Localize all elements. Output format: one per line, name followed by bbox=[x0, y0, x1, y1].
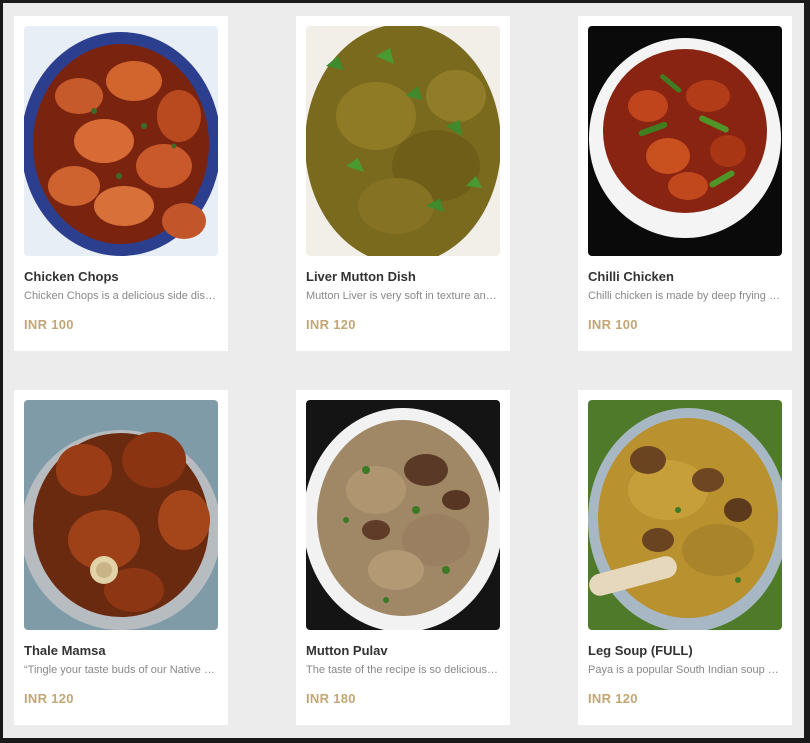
leg-soup-photo bbox=[588, 400, 782, 630]
menu-card-thale-mamsa[interactable]: Thale Mamsa “Tingle your taste buds of o… bbox=[14, 390, 228, 725]
menu-card-chicken-chops[interactable]: Chicken Chops Chicken Chops is a delicio… bbox=[14, 16, 228, 351]
chilli-chicken-photo bbox=[588, 26, 782, 256]
item-price: INR 100 bbox=[24, 317, 74, 332]
liver-mutton-photo bbox=[306, 26, 500, 256]
menu-card-chilli-chicken[interactable]: Chilli Chicken Chilli chicken is made by… bbox=[578, 16, 792, 351]
thale-mamsa-image[interactable] bbox=[24, 400, 218, 630]
item-name[interactable]: Mutton Pulav bbox=[306, 643, 500, 658]
chicken-chops-photo bbox=[24, 26, 218, 256]
mutton-pulav-photo bbox=[306, 400, 500, 630]
item-price: INR 100 bbox=[588, 317, 638, 332]
leg-soup-image[interactable] bbox=[588, 400, 782, 630]
menu-card-leg-soup[interactable]: Leg Soup (FULL) Paya is a popular South … bbox=[578, 390, 792, 725]
item-description: “Tingle your taste buds of our Native re… bbox=[24, 664, 218, 676]
item-name[interactable]: Chilli Chicken bbox=[588, 269, 782, 284]
item-price: INR 180 bbox=[306, 691, 356, 706]
item-name[interactable]: Leg Soup (FULL) bbox=[588, 643, 782, 658]
item-name[interactable]: Chicken Chops bbox=[24, 269, 218, 284]
item-name[interactable]: Thale Mamsa bbox=[24, 643, 218, 658]
item-price: INR 120 bbox=[306, 317, 356, 332]
thale-mamsa-photo bbox=[24, 400, 218, 630]
chilli-chicken-image[interactable] bbox=[588, 26, 782, 256]
item-name[interactable]: Liver Mutton Dish bbox=[306, 269, 500, 284]
menu-card-liver-mutton-dish[interactable]: Liver Mutton Dish Mutton Liver is very s… bbox=[296, 16, 510, 351]
item-price: INR 120 bbox=[588, 691, 638, 706]
menu-card-mutton-pulav[interactable]: Mutton Pulav The taste of the recipe is … bbox=[296, 390, 510, 725]
item-description: Chicken Chops is a delicious side dish m… bbox=[24, 290, 218, 302]
chicken-chops-image[interactable] bbox=[24, 26, 218, 256]
item-description: The taste of the recipe is so delicious … bbox=[306, 664, 500, 676]
item-description: Paya is a popular South Indian soup made… bbox=[588, 664, 782, 676]
item-price: INR 120 bbox=[24, 691, 74, 706]
liver-mutton-image[interactable] bbox=[306, 26, 500, 256]
item-description: Mutton Liver is very soft in texture and… bbox=[306, 290, 500, 302]
menu-grid: Chicken Chops Chicken Chops is a delicio… bbox=[3, 3, 804, 738]
item-description: Chilli chicken is made by deep frying ch… bbox=[588, 290, 782, 302]
mutton-pulav-image[interactable] bbox=[306, 400, 500, 630]
